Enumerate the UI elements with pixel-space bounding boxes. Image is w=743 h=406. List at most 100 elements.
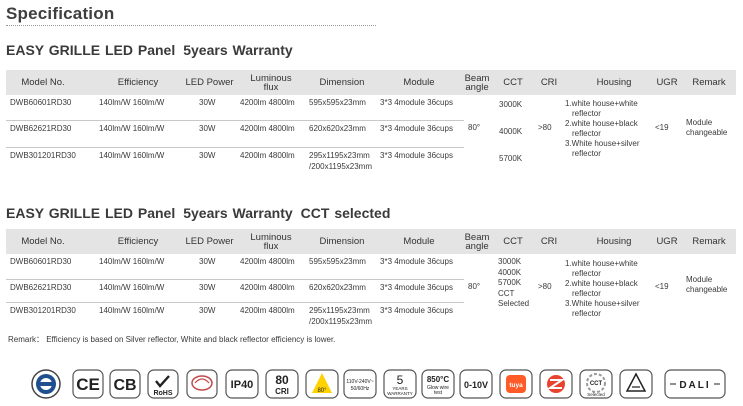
section-title-product: EASY GRILLE LED Panel — [6, 42, 176, 58]
section-title-warranty: 5years Warranty — [183, 205, 293, 221]
header-remark: Remark — [692, 236, 726, 247]
tuya-icon: tuya — [498, 368, 534, 400]
cell-housing-line: 2.white house+black — [565, 119, 638, 128]
cell-cct: Selected — [498, 299, 530, 308]
header-luminous: Luminous flux — [238, 229, 304, 254]
header-dimension: Dimension — [319, 77, 365, 88]
header-cri: CRI — [540, 236, 558, 247]
cell-efficiency: 140lm/W 160lm/W — [99, 257, 165, 266]
cell-module: 3*3 4module 36cups — [380, 257, 453, 266]
header-beam-2: angle — [465, 240, 489, 252]
cell-module: 3*3 4module 36cups — [380, 283, 453, 292]
cell-module: 3*3 4module 36cups — [380, 98, 453, 107]
row-divider — [6, 279, 464, 280]
cell-cct: 5700K — [499, 154, 523, 163]
cell-dimension-alt: /200x1195x23mm — [309, 162, 372, 171]
header-cct: CCT — [503, 236, 523, 247]
cell-model: DWB62621RD30 — [10, 283, 72, 292]
cell-beam-angle: 80° — [468, 123, 481, 132]
cell-efficiency: 140lm/W 160lm/W — [99, 306, 165, 315]
certification-icons: CE CB RoHS IP40 80 CRI 80° 110V-240V~ 50/6… — [0, 368, 743, 404]
cell-housing-line: reflector — [572, 269, 601, 278]
section-2-title: EASY GRILLE LED Panel 5years Warranty CCT … — [6, 205, 390, 221]
dimming-icon: 0-10V — [458, 368, 494, 400]
header-module: Module — [403, 236, 435, 247]
glow-temperature: 850°C — [427, 375, 450, 384]
cell-power: 30W — [199, 306, 216, 315]
section-title-product: EASY GRILLE LED Panel — [6, 205, 176, 221]
section-title-warranty: 5years Warranty — [183, 42, 293, 58]
cell-dimension: 295x1195x23mm — [309, 306, 370, 315]
page-title: Specification — [6, 4, 115, 23]
cri-icon: 80 CRI — [264, 368, 300, 400]
cell-dimension: 295x1195x23mm — [309, 151, 370, 160]
cell-remark-line: changeable — [686, 285, 728, 294]
cell-cct: 5700K — [498, 278, 522, 287]
header-remark: Remark — [692, 77, 726, 88]
tuya-label: tuya — [509, 382, 523, 389]
ugr-icon — [618, 368, 654, 400]
cell-flux: 4200lm 4800lm — [240, 98, 295, 107]
cell-power: 30W — [199, 283, 216, 292]
remark-note: Remark： Efficiency is based on Silver re… — [8, 335, 336, 344]
cell-cri: >80 — [538, 282, 552, 291]
table-header: Model No. Efficiency LED Power Luminous flux… — [6, 70, 736, 95]
section-1-title: EASY GRILLE LED Panel 5years Warranty — [6, 42, 293, 58]
title-divider — [6, 25, 376, 26]
cell-model: DWB301201RD30 — [10, 306, 76, 315]
cct-label: CCT — [590, 381, 603, 387]
warranty-label-2: WARRANTY — [387, 391, 413, 396]
cell-housing-line: reflector — [572, 289, 601, 298]
cell-efficiency: 140lm/W 160lm/W — [99, 151, 165, 160]
beam-angle-icon: 80° — [304, 368, 340, 400]
cell-model: DWB301201RD30 — [10, 151, 76, 160]
ce-icon: CE — [70, 368, 106, 400]
cell-flux: 4200lm 4800lm — [240, 257, 295, 266]
cell-efficiency: 140lm/W 160lm/W — [99, 283, 165, 292]
voltage-range: 110V-240V~ — [346, 379, 373, 385]
cell-cct: 4000K — [498, 267, 522, 277]
header-power: LED Power — [185, 236, 234, 247]
header-beam: Beam angle — [458, 229, 496, 254]
header-dimension: Dimension — [319, 236, 365, 247]
saa-icon — [184, 368, 220, 400]
cell-housing-line: 2.white house+black — [565, 279, 638, 288]
cell-housing-line: reflector — [572, 309, 601, 318]
row-divider — [6, 120, 464, 121]
warranty-years: 5 — [397, 373, 404, 387]
cb-icon: CB — [108, 368, 142, 400]
ip40-icon: IP40 — [224, 368, 260, 400]
header-module: Module — [403, 77, 435, 88]
voltage-frequency: 50/60Hz — [351, 386, 370, 392]
cell-remark-line: changeable — [686, 128, 728, 137]
header-luminous-2: flux — [263, 81, 279, 93]
header-efficiency: Efficiency — [117, 236, 159, 247]
table-header: Model No. Efficiency LED Power Luminous flux… — [6, 229, 736, 254]
rohs-icon: RoHS — [146, 368, 180, 400]
header-cct: CCT — [503, 77, 523, 88]
cell-housing-line: 3.White house+silver — [565, 139, 640, 148]
row-divider — [6, 147, 464, 148]
rohs-label: RoHS — [153, 390, 172, 397]
row-divider — [6, 302, 464, 303]
cell-dimension: 620x620x23mm — [309, 283, 366, 292]
cell-cct: 4000K — [499, 127, 523, 136]
voltage-icon: 110V-240V~ 50/60Hz — [342, 368, 378, 400]
warranty-icon: 5 YEARS WARRANTY — [382, 368, 418, 400]
cell-module: 3*3 4module 36cups — [380, 124, 453, 133]
cell-flux: 4200lm 4800lm — [240, 306, 295, 315]
cri-label: CRI — [275, 387, 289, 396]
cell-power: 30W — [199, 257, 216, 266]
glow-label-2: test — [434, 390, 443, 396]
header-luminous: Luminous flux — [238, 70, 304, 95]
cell-dimension-alt: /200x1195x23mm — [309, 317, 372, 326]
cell-dimension: 620x620x23mm — [309, 124, 366, 133]
cell-ugr: <19 — [655, 123, 669, 132]
cell-power: 30W — [199, 98, 216, 107]
dali-label: DALI — [679, 380, 710, 391]
header-cri: CRI — [540, 77, 558, 88]
header-ugr: UGR — [656, 236, 678, 247]
ce-mark: CE — [76, 375, 100, 394]
header-housing: Housing — [596, 77, 632, 88]
ip-rating: IP40 — [231, 379, 254, 391]
